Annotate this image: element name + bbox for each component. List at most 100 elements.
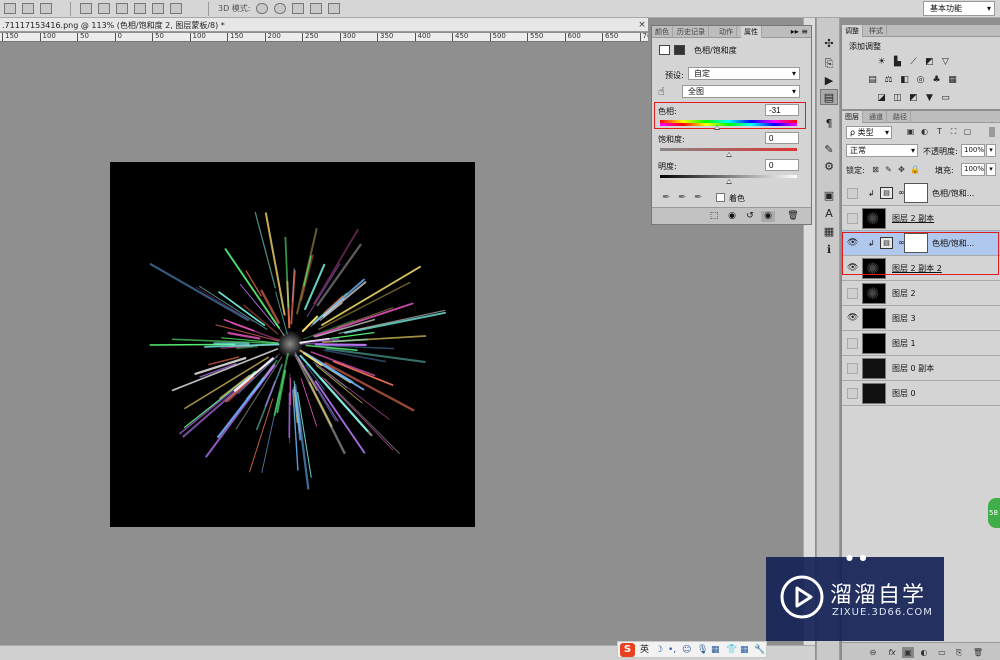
distribute-right-icon[interactable] [170, 3, 182, 14]
visibility-toggle[interactable] [847, 213, 858, 224]
3d-slide-icon[interactable] [310, 3, 322, 14]
close-icon[interactable]: × [636, 19, 648, 31]
3d-rotate-icon[interactable] [256, 3, 268, 14]
eye-icon[interactable]: 👁 [847, 313, 858, 324]
threshold-icon[interactable]: ◩ [908, 93, 919, 103]
layer-name[interactable]: 色相/饱和... [932, 188, 974, 199]
lock-all-icon[interactable]: 🔒 [910, 165, 920, 175]
hue-slider-thumb[interactable] [713, 125, 720, 130]
lightness-input[interactable] [765, 159, 799, 171]
fx-icon[interactable]: fx [886, 647, 898, 658]
layer-name[interactable]: 图层 1 [892, 338, 916, 349]
channel-select[interactable]: 全图 [682, 85, 800, 98]
filter-pixel-icon[interactable]: ▣ [906, 127, 915, 137]
delete-icon[interactable]: 🗑 [786, 211, 800, 222]
color-balance-icon[interactable]: ⚖ [883, 75, 894, 85]
layer-row[interactable]: 图层 2 副本 [842, 206, 1000, 231]
layer-name[interactable]: 图层 2 副本 [892, 213, 934, 224]
ime-language-toggle[interactable]: 英 [640, 644, 649, 656]
3d-scale-icon[interactable] [328, 3, 340, 14]
color-panel-icon[interactable]: ✣ [820, 36, 838, 52]
layer-thumbnail[interactable] [862, 358, 886, 379]
channel-mixer-icon[interactable]: ♣ [931, 75, 942, 85]
tab-layers[interactable]: 图层 [842, 111, 863, 123]
layer-name[interactable]: 图层 2 [892, 288, 916, 299]
notes-panel-icon[interactable]: ▦ [820, 224, 838, 240]
view-previous-icon[interactable]: ◉ [725, 211, 739, 222]
photo-filter-icon[interactable]: ◎ [915, 75, 926, 85]
3d-pan-icon[interactable] [292, 3, 304, 14]
link-layers-icon[interactable]: ⊖ [867, 647, 879, 658]
preset-select[interactable]: 自定 [688, 67, 800, 80]
keyboard-icon[interactable]: ▦ [711, 644, 720, 656]
filter-type-icon[interactable]: T [935, 127, 944, 137]
skin-icon[interactable]: 👕 [726, 644, 737, 656]
layer-thumbnail[interactable] [862, 283, 886, 304]
tab-color[interactable]: 颜色 [652, 26, 673, 38]
new-group-icon[interactable]: ▭ [936, 647, 948, 658]
distribute-left-icon[interactable] [134, 3, 146, 14]
layer-row[interactable]: ↲ ▤ ∞ 色相/饱和... [842, 181, 1000, 206]
properties-panel-icon[interactable]: ▤ [820, 89, 838, 105]
3d-roll-icon[interactable] [274, 3, 286, 14]
character-panel-icon[interactable]: A [820, 206, 838, 222]
brush-panel-icon[interactable]: ✎ [820, 142, 838, 158]
color-lookup-icon[interactable]: ▦ [947, 75, 958, 85]
visibility-toggle[interactable] [847, 288, 858, 299]
brightness-icon[interactable]: ☀ [876, 57, 887, 67]
reset-icon[interactable]: ↺ [743, 211, 757, 222]
toolbox-icon[interactable]: ▦ [740, 644, 749, 656]
visibility-toggle[interactable] [847, 338, 858, 349]
layer-row[interactable]: 图层 1 [842, 331, 1000, 356]
opacity-input[interactable]: 100% [961, 144, 985, 157]
vibrance-icon[interactable]: ▽ [940, 57, 951, 67]
new-adjustment-icon[interactable]: ◐ [918, 647, 930, 658]
lock-transparent-icon[interactable]: ⊠ [871, 165, 880, 175]
hue-input[interactable] [765, 104, 799, 116]
black-white-icon[interactable]: ◧ [899, 75, 910, 85]
layer-name[interactable]: 图层 3 [892, 313, 916, 324]
wrench-icon[interactable]: 🔧 [754, 644, 765, 656]
eyedropper-add-icon[interactable]: ✒ [678, 192, 686, 203]
layer-row[interactable]: 图层 2 [842, 281, 1000, 306]
opacity-dropdown-icon[interactable]: ▾ [986, 144, 996, 157]
targeted-adjust-icon[interactable]: ☝ [658, 85, 665, 98]
info-panel-icon[interactable]: ℹ [820, 242, 838, 258]
layer-thumbnail[interactable] [862, 308, 886, 329]
layer-name[interactable]: 图层 0 [892, 388, 916, 399]
layer-thumbnail[interactable] [862, 383, 886, 404]
invert-icon[interactable]: ◪ [876, 93, 887, 103]
workspace-select[interactable]: 基本功能 [923, 1, 995, 16]
panel-menu-icon[interactable]: ▸▸ ≡ [791, 26, 808, 38]
exposure-icon[interactable]: ◩ [924, 57, 935, 67]
distribute-top-icon[interactable] [80, 3, 92, 14]
emoji-icon[interactable]: ☺ [682, 644, 691, 656]
curves-icon[interactable]: ⟋ [908, 57, 919, 67]
visibility-toggle[interactable] [847, 363, 858, 374]
visibility-toggle[interactable] [847, 388, 858, 399]
saturation-slider-thumb[interactable] [725, 152, 732, 157]
posterize-icon[interactable]: ◫ [892, 93, 903, 103]
align-center-icon[interactable] [22, 3, 34, 14]
layer-name[interactable]: 图层 0 副本 [892, 363, 934, 374]
canvas-artwork[interactable] [110, 162, 475, 527]
eyedropper-subtract-icon[interactable]: ✒ [694, 192, 702, 203]
distribute-middle-icon[interactable] [98, 3, 110, 14]
clone-source-icon[interactable]: ⚙ [820, 159, 838, 175]
levels-icon[interactable]: ▙ [892, 57, 903, 67]
toggle-visibility-icon[interactable]: ◉ [761, 211, 775, 222]
moon-icon[interactable]: ☽ [655, 644, 663, 656]
ime-logo-icon[interactable]: S [620, 643, 635, 657]
colorize-checkbox[interactable] [716, 193, 725, 202]
actions-panel-icon[interactable]: ▶ [820, 73, 838, 89]
filter-shape-icon[interactable]: ⛶ [949, 127, 958, 137]
layer-thumbnail[interactable] [862, 208, 886, 229]
layer-thumbnail[interactable] [862, 333, 886, 354]
tab-styles[interactable]: 样式 [866, 25, 887, 37]
filter-toggle-icon[interactable] [989, 127, 995, 137]
saturation-input[interactable] [765, 132, 799, 144]
lightness-slider-track[interactable] [660, 175, 797, 178]
lock-position-icon[interactable]: ✥ [897, 165, 906, 175]
lightness-slider-thumb[interactable] [725, 179, 732, 184]
layer-kind-filter[interactable]: ρ 类型 [846, 126, 892, 139]
